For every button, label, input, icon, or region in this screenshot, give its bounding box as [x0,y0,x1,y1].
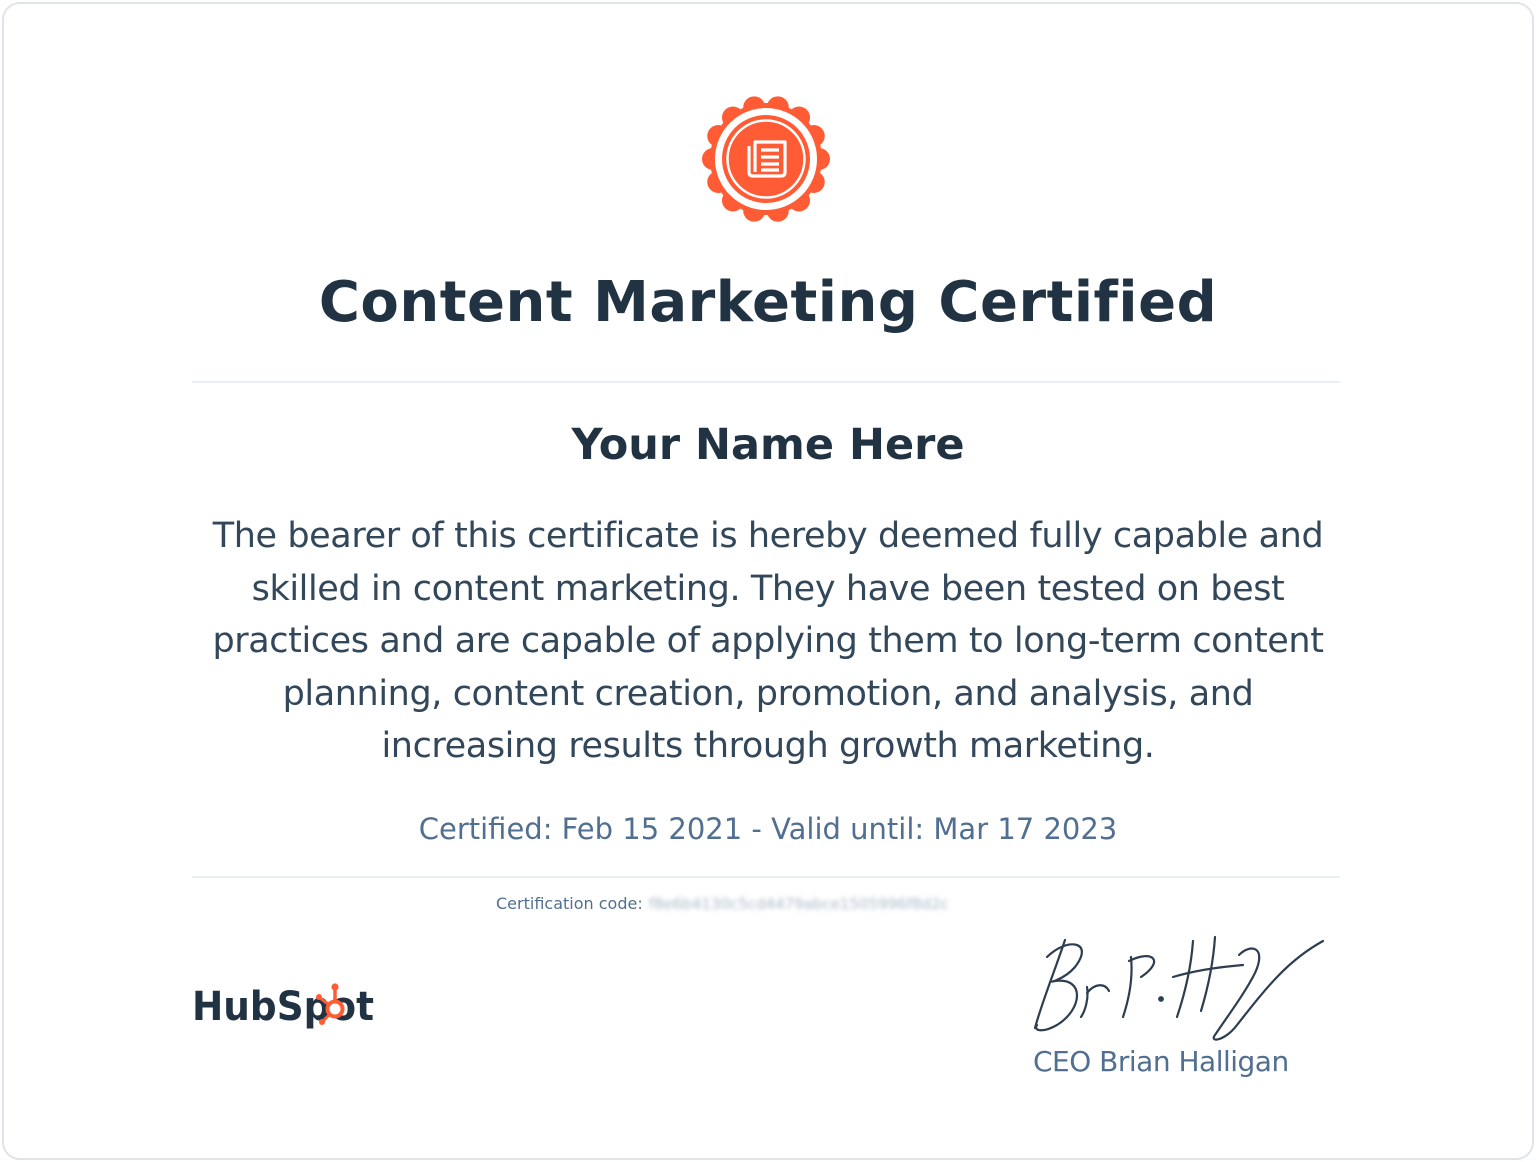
recipient-name: Your Name Here [571,420,965,470]
description-line: practices and are capable of applying th… [212,621,1324,661]
description-line: skilled in content marketing. They have … [251,568,1285,609]
certificate-title: Content Marketing Certified [318,270,1218,335]
divider-top [192,381,1340,383]
certification-seal [702,96,830,222]
description-line: planning, content creation, promotion, a… [282,673,1254,714]
signatory-title: CEO Brian Halligan [1033,1045,1289,1078]
certificate-description: The bearer of this certificate is hereby… [190,510,1346,773]
description-line: The bearer of this certificate is hereby… [212,516,1324,556]
hubspot-logo: HubSpot [192,983,374,1030]
certification-dates: Certified: Feb 15 2021 - Valid until: Ma… [418,812,1118,846]
description-line: increasing results through growth market… [381,726,1155,766]
certification-code-value: f8e6b4130c5cd4479abce1505996f8d2c [648,894,949,913]
divider-bottom [192,876,1340,878]
certification-code-label: Certification code: [496,894,643,913]
certification-code-row: Certification code: f8e6b4130c5cd4479abc… [496,894,949,913]
hubspot-logo-text: HubSpot [192,984,374,1030]
ceo-signature [1033,935,1325,1041]
